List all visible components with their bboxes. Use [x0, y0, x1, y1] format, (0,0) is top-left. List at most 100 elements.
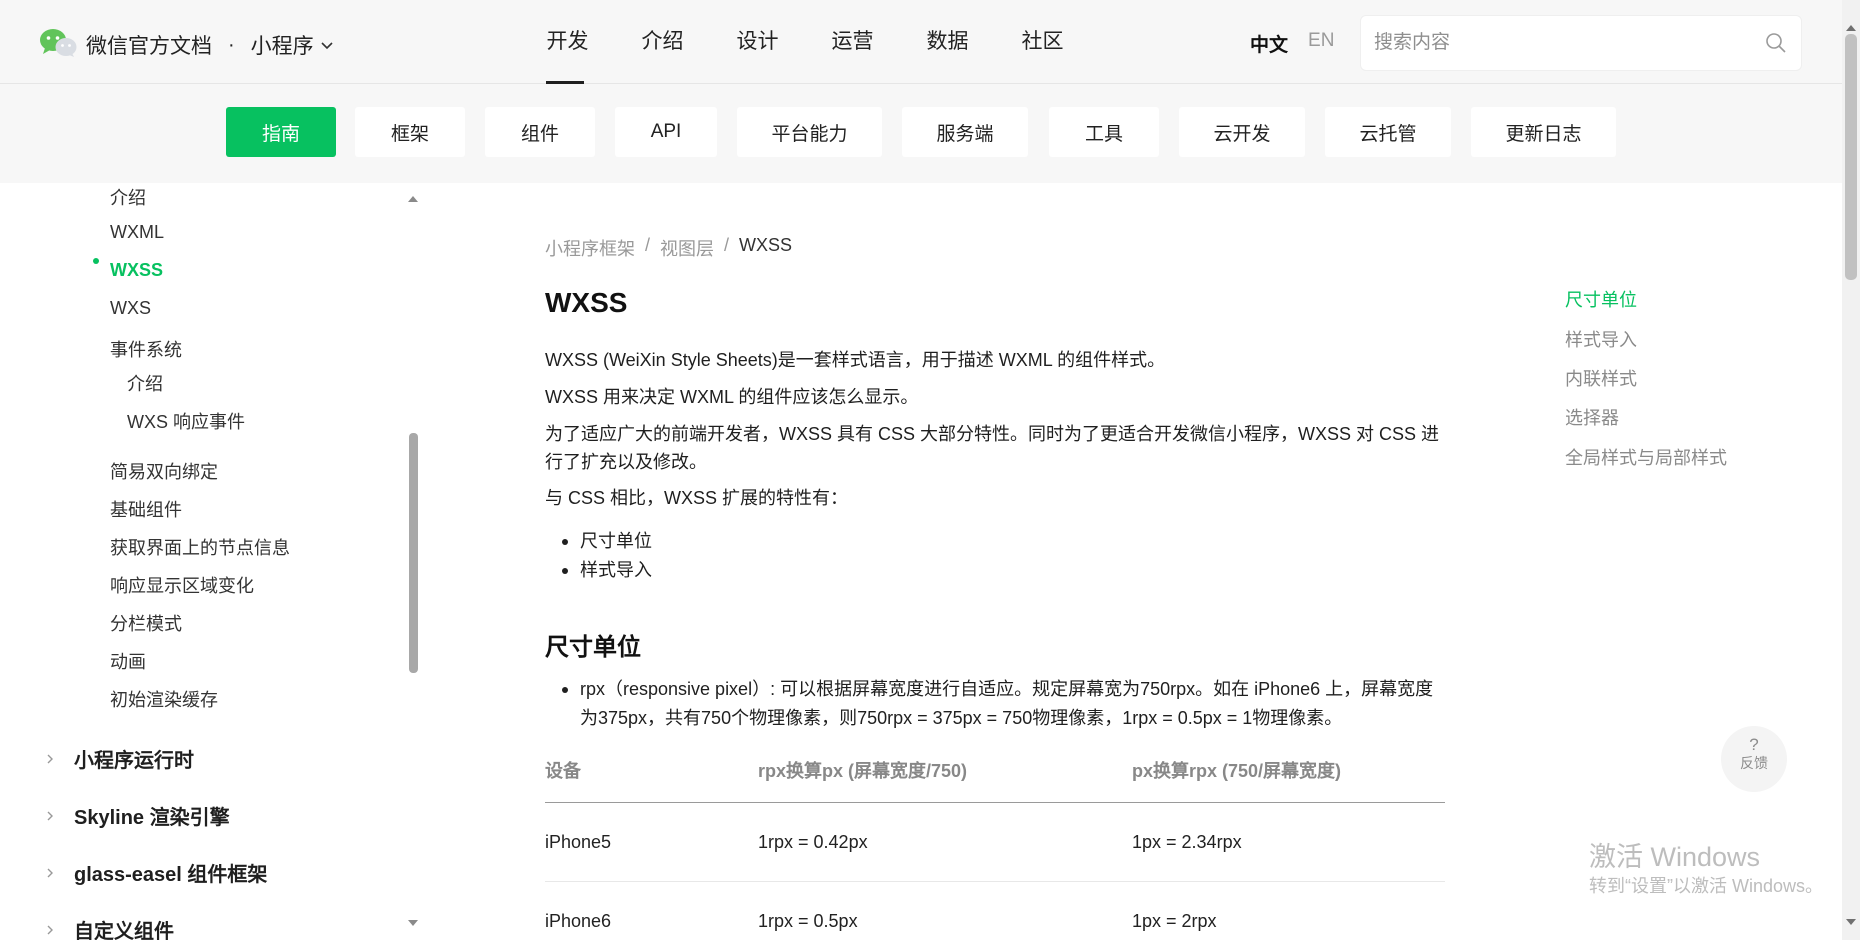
breadcrumb: 小程序框架 / 视图层 / WXSS — [545, 235, 792, 261]
sidebar-item-wxs-event[interactable]: WXS 响应事件 — [127, 408, 245, 434]
sidebar-item-event-system[interactable]: 事件系统 — [110, 336, 182, 362]
top-header: 微信官方文档 · 小程序 开发 介绍 设计 运营 数据 社区 中文 EN — [0, 0, 1842, 84]
lang-zh-link[interactable]: 中文 — [1250, 30, 1288, 57]
wechat-logo-icon[interactable] — [38, 28, 78, 58]
toc-item-inline-style[interactable]: 内联样式 — [1565, 365, 1637, 391]
page-scrollbar-thumb[interactable] — [1845, 34, 1857, 280]
table-row: iPhone5 1rpx = 0.42px 1px = 2.34rpx — [545, 803, 1445, 882]
main-nav-item-develop[interactable]: 开发 — [520, 0, 615, 84]
subnav-api[interactable]: API — [615, 107, 717, 157]
brand-separator: · — [228, 33, 235, 56]
table-header-cell: px换算rpx (750/屏幕宽度) — [1132, 761, 1342, 781]
paragraph: 为了适应广大的前端开发者，WXSS 具有 CSS 大部分特性。同时为了更适合开发… — [545, 424, 1440, 472]
subnav-server[interactable]: 服务端 — [902, 107, 1028, 157]
table-header-cell: rpx换算px (屏幕宽度/750) — [758, 761, 968, 781]
main-nav-item-operations[interactable]: 运营 — [805, 0, 900, 84]
sidebar-section-glass-easel[interactable]: glass-easel 组件框架 — [74, 858, 267, 887]
subnav-cloud-hosting[interactable]: 云托管 — [1325, 107, 1451, 157]
brand-title[interactable]: 微信官方文档 — [86, 30, 212, 60]
breadcrumb-current: WXSS — [739, 235, 793, 255]
table-cell: 1px = 2rpx — [1132, 911, 1217, 931]
subnav-components[interactable]: 组件 — [485, 107, 595, 157]
sidebar-item-base-components[interactable]: 基础组件 — [110, 496, 182, 522]
sidebar-scrollbar-thumb[interactable] — [409, 433, 418, 673]
toc-item-selectors[interactable]: 选择器 — [1565, 404, 1619, 430]
breadcrumb-separator: / — [645, 235, 651, 255]
sidebar-scroll-down-icon[interactable] — [408, 919, 418, 927]
table-cell: 1rpx = 0.42px — [758, 832, 868, 852]
sidebar-item-intro[interactable]: 介绍 — [110, 184, 146, 210]
sidebar-item-wxs[interactable]: WXS — [110, 298, 151, 319]
subnav-changelog[interactable]: 更新日志 — [1471, 107, 1616, 157]
search-input[interactable] — [1374, 16, 1754, 70]
main-nav-item-community[interactable]: 社区 — [995, 0, 1090, 84]
sidebar-item-resize[interactable]: 响应显示区域变化 — [110, 572, 254, 598]
search-icon[interactable] — [1765, 32, 1787, 54]
chevron-right-icon[interactable] — [44, 867, 56, 879]
chevron-right-icon[interactable] — [44, 810, 56, 822]
sidebar-item-wxml[interactable]: WXML — [110, 222, 164, 243]
subnav-cloud-dev[interactable]: 云开发 — [1179, 107, 1305, 157]
sidebar-scroll-up-icon[interactable] — [408, 195, 418, 203]
conversion-table: 设备 rpx换算px (屏幕宽度/750) px换算rpx (750/屏幕宽度)… — [545, 753, 1445, 940]
main-nav: 开发 介绍 设计 运营 数据 社区 — [520, 0, 1090, 84]
paragraph: 与 CSS 相比，WXSS 扩展的特性有： — [545, 488, 849, 508]
sidebar-item-two-way-binding[interactable]: 简易双向绑定 — [110, 458, 218, 484]
sub-nav: 指南 框架 组件 API 平台能力 服务端 工具 云开发 云托管 更新日志 — [0, 84, 1842, 183]
sidebar-item-split-mode[interactable]: 分栏模式 — [110, 610, 182, 636]
table-cell: iPhone6 — [545, 911, 612, 931]
feedback-button[interactable]: ? 反馈 — [1721, 726, 1787, 792]
paragraph: WXSS (WeiXin Style Sheets)是一套样式语言，用于描述 W… — [545, 350, 1166, 370]
lang-en-link[interactable]: EN — [1308, 30, 1334, 57]
feature-list: 尺寸单位 样式导入 — [545, 527, 652, 585]
table-cell: 1px = 2.34rpx — [1132, 832, 1242, 852]
sidebar-item-wxss[interactable]: WXSS — [110, 260, 163, 281]
brand: 微信官方文档 · 小程序 — [86, 30, 334, 60]
watermark-line: 转到“设置”以激活 Windows。 — [1589, 876, 1824, 896]
sidebar-item-node-info[interactable]: 获取界面上的节点信息 — [110, 534, 290, 560]
search-box — [1360, 15, 1802, 71]
page-scroll-up-icon[interactable] — [1846, 24, 1856, 32]
toc-item-global-local[interactable]: 全局样式与局部样式 — [1565, 444, 1727, 470]
sidebar-section-runtime[interactable]: 小程序运行时 — [74, 744, 194, 773]
list-item: 尺寸单位 — [545, 527, 652, 556]
product-switcher-label: 小程序 — [250, 35, 314, 58]
subnav-platform[interactable]: 平台能力 — [737, 107, 882, 157]
chevron-right-icon[interactable] — [44, 924, 56, 936]
subnav-framework[interactable]: 框架 — [355, 107, 465, 157]
table-cell: 1rpx = 0.5px — [758, 911, 858, 931]
product-switcher[interactable]: 小程序 — [251, 30, 334, 60]
table-header: 设备 rpx换算px (屏幕宽度/750) px换算rpx (750/屏幕宽度) — [545, 753, 1445, 803]
chevron-right-icon[interactable] — [44, 753, 56, 765]
windows-activation-watermark: 激活 Windows 转到“设置”以激活 Windows。 — [1589, 840, 1823, 898]
paragraph: WXSS 用来决定 WXML 的组件应该怎么显示。 — [545, 387, 919, 407]
toc-item-import[interactable]: 样式导入 — [1565, 326, 1637, 352]
main-nav-item-design[interactable]: 设计 — [710, 0, 805, 84]
subnav-guide[interactable]: 指南 — [226, 107, 336, 157]
list-item: 样式导入 — [545, 556, 652, 585]
main-nav-item-data[interactable]: 数据 — [900, 0, 995, 84]
breadcrumb-item[interactable]: 视图层 — [660, 235, 714, 261]
question-icon: ? — [1749, 735, 1759, 754]
sidebar-section-skyline[interactable]: Skyline 渲染引擎 — [74, 801, 230, 830]
watermark-line: 激活 Windows — [1589, 842, 1761, 872]
table-header-cell: 设备 — [545, 761, 581, 781]
language-switcher: 中文 EN — [1250, 30, 1334, 57]
toc-item-units[interactable]: 尺寸单位 — [1565, 286, 1637, 312]
sidebar-item-initial-render-cache[interactable]: 初始渲染缓存 — [110, 686, 218, 712]
subnav-tools[interactable]: 工具 — [1049, 107, 1159, 157]
rpx-description: rpx（responsive pixel）: 可以根据屏幕宽度进行自适应。规定屏… — [545, 675, 1445, 733]
feedback-label: 反馈 — [1740, 755, 1768, 771]
main-nav-item-intro[interactable]: 介绍 — [615, 0, 710, 84]
page-title: WXSS — [545, 287, 628, 318]
chevron-down-icon — [321, 42, 333, 50]
page-scroll-down-icon[interactable] — [1846, 918, 1856, 926]
sidebar-item-event-intro[interactable]: 介绍 — [127, 370, 163, 396]
sidebar-item-animation[interactable]: 动画 — [110, 648, 146, 674]
sidebar: 介绍 WXML WXSS WXS 事件系统 介绍 WXS 响应事件 简易双向绑定… — [0, 183, 425, 940]
sidebar-section-custom-components[interactable]: 自定义组件 — [74, 915, 174, 940]
section-heading: 尺寸单位 — [545, 634, 641, 661]
breadcrumb-item[interactable]: 小程序框架 — [545, 235, 635, 261]
table-row: iPhone6 1rpx = 0.5px 1px = 2rpx — [545, 882, 1445, 940]
active-item-bullet — [93, 258, 99, 264]
